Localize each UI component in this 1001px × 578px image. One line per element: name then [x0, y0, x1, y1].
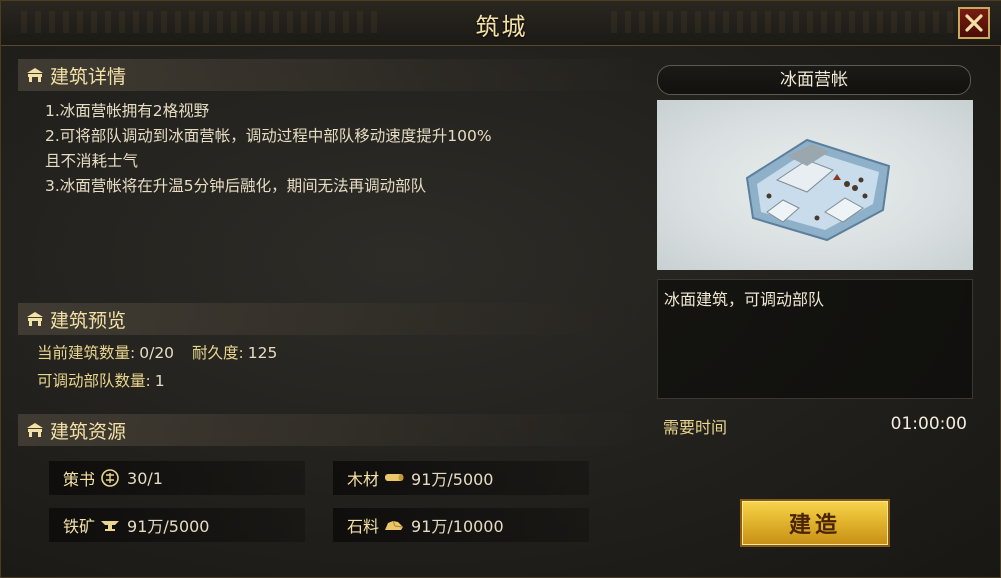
detail-line: 3.冰面营帐将在升温5分钟后融化，期间无法再调动部队	[45, 177, 427, 195]
title-bar: 筑城	[1, 1, 1001, 46]
close-x-icon	[965, 14, 983, 32]
ice-camp-illustration	[745, 138, 891, 242]
iron-anvil-icon	[99, 515, 121, 535]
build-window: 筑城 建筑详情 1.冰面营帐拥有2格视野 2.可将部队调动到冰面营帐，调动过程中…	[0, 0, 1001, 578]
section-header-details: 建筑详情	[18, 59, 632, 91]
building-name: 冰面营帐	[657, 65, 971, 95]
wood-log-icon	[383, 468, 405, 488]
build-button[interactable]: 建造	[740, 499, 890, 547]
resource-iron: 铁矿 91万/5000	[49, 508, 305, 542]
troops-value: 1	[154, 372, 165, 390]
section-header-resources: 建筑资源	[18, 414, 632, 446]
window-title: 筑城	[475, 13, 528, 41]
resource-name: 石料	[347, 517, 380, 536]
stone-icon	[383, 515, 405, 535]
close-button[interactable]	[958, 7, 990, 39]
preview-troops-row: 可调动部队数量: 1	[37, 369, 183, 391]
camp-gate-icon	[26, 66, 44, 84]
camp-gate-icon	[26, 310, 44, 328]
resource-value: 30/1	[127, 468, 163, 488]
building-image	[657, 100, 973, 270]
resource-value: 91万/5000	[411, 470, 494, 489]
preview-count-row: 当前建筑数量: 0/20 耐久度: 125	[37, 341, 295, 363]
strategy-book-icon	[99, 468, 121, 488]
resource-wood: 木材 91万/5000	[333, 461, 589, 495]
resource-name: 策书	[63, 470, 96, 489]
resource-value: 91万/5000	[127, 517, 210, 536]
section-title: 建筑详情	[50, 65, 127, 88]
resource-stone: 石料 91万/10000	[333, 508, 589, 542]
building-description: 冰面建筑，可调动部队	[657, 279, 973, 399]
camp-gate-icon	[26, 421, 44, 439]
count-label: 当前建筑数量:	[37, 344, 136, 362]
time-label: 需要时间	[663, 418, 728, 437]
durability-label: 耐久度:	[192, 344, 244, 362]
durability-value: 125	[247, 344, 278, 362]
resource-name: 木材	[347, 470, 380, 489]
resource-name: 铁矿	[63, 517, 96, 536]
detail-line: 且不消耗士气	[45, 152, 139, 170]
section-title: 建筑资源	[50, 420, 127, 443]
count-value: 0/20	[139, 344, 175, 362]
section-title: 建筑预览	[50, 309, 127, 332]
resource-strategy-book: 策书 30/1	[49, 461, 305, 495]
section-header-preview: 建筑预览	[18, 303, 632, 335]
resource-value: 91万/10000	[411, 517, 504, 536]
time-value: 01:00:00	[890, 414, 967, 434]
building-panel: 冰面营帐 冰面建筑，可调动部队 需要时间 01:00:00 建造	[653, 61, 975, 561]
detail-line: 1.冰面营帐拥有2格视野	[45, 102, 210, 120]
troops-label: 可调动部队数量:	[37, 372, 151, 390]
detail-text: 1.冰面营帐拥有2格视野 2.可将部队调动到冰面营帐，调动过程中部队移动速度提升…	[45, 99, 625, 199]
detail-line: 2.可将部队调动到冰面营帐，调动过程中部队移动速度提升100%	[45, 127, 492, 145]
